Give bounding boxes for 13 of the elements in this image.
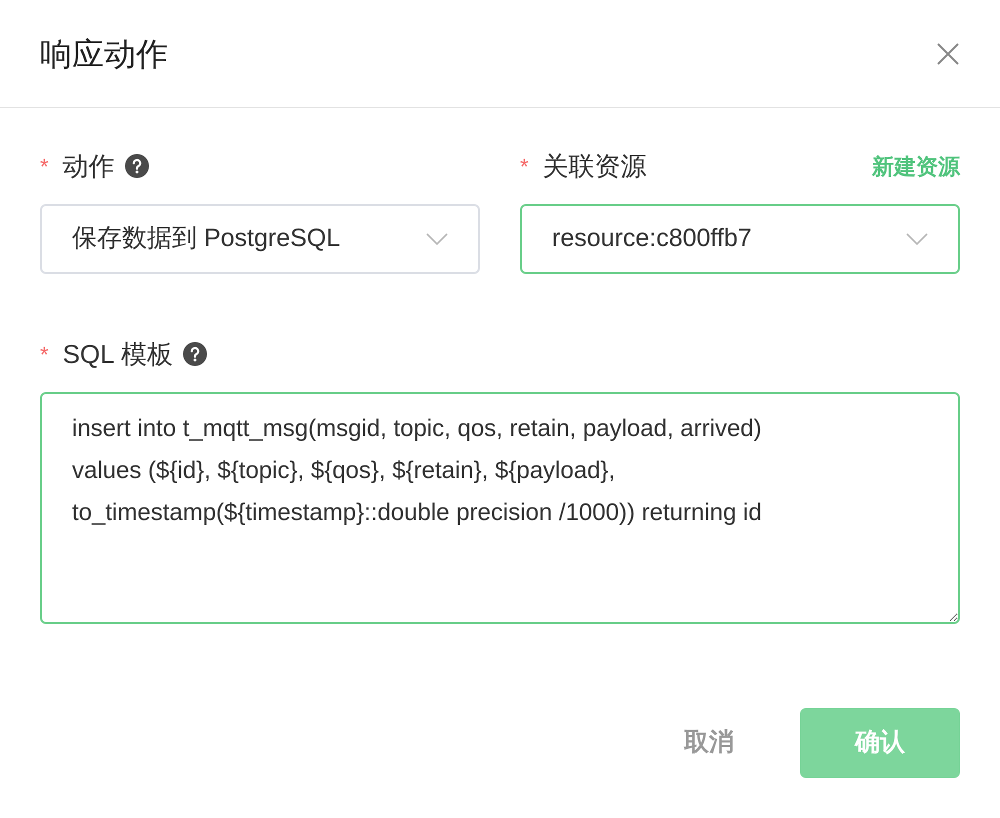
sql-template-field[interactable]: insert into t_mqtt_msg(msgid, topic, qos, retain, payload, arrived) values (${id}, ${topic}, ${qos}, ${retain}, ${payload}, to_timestamp(${timestamp}::double precision /1000)) returning id bbox=[40, 392, 960, 624]
chevron-down-icon bbox=[426, 233, 448, 245]
field-label: 动作 bbox=[62, 150, 115, 182]
field-label: 关联资源 bbox=[542, 150, 647, 182]
select-field[interactable]: resource:c800ffb7 bbox=[520, 204, 960, 274]
close-icon[interactable] bbox=[936, 42, 960, 66]
field-label: SQL 模板 bbox=[62, 338, 173, 370]
chevron-down-icon bbox=[906, 233, 928, 245]
required-mark: * bbox=[40, 152, 49, 180]
required-mark: * bbox=[520, 152, 529, 180]
dialog-title: 响应动作 bbox=[40, 34, 168, 74]
required-mark: * bbox=[40, 340, 49, 368]
select-field[interactable]: 保存数据到 PostgreSQL bbox=[40, 204, 480, 274]
